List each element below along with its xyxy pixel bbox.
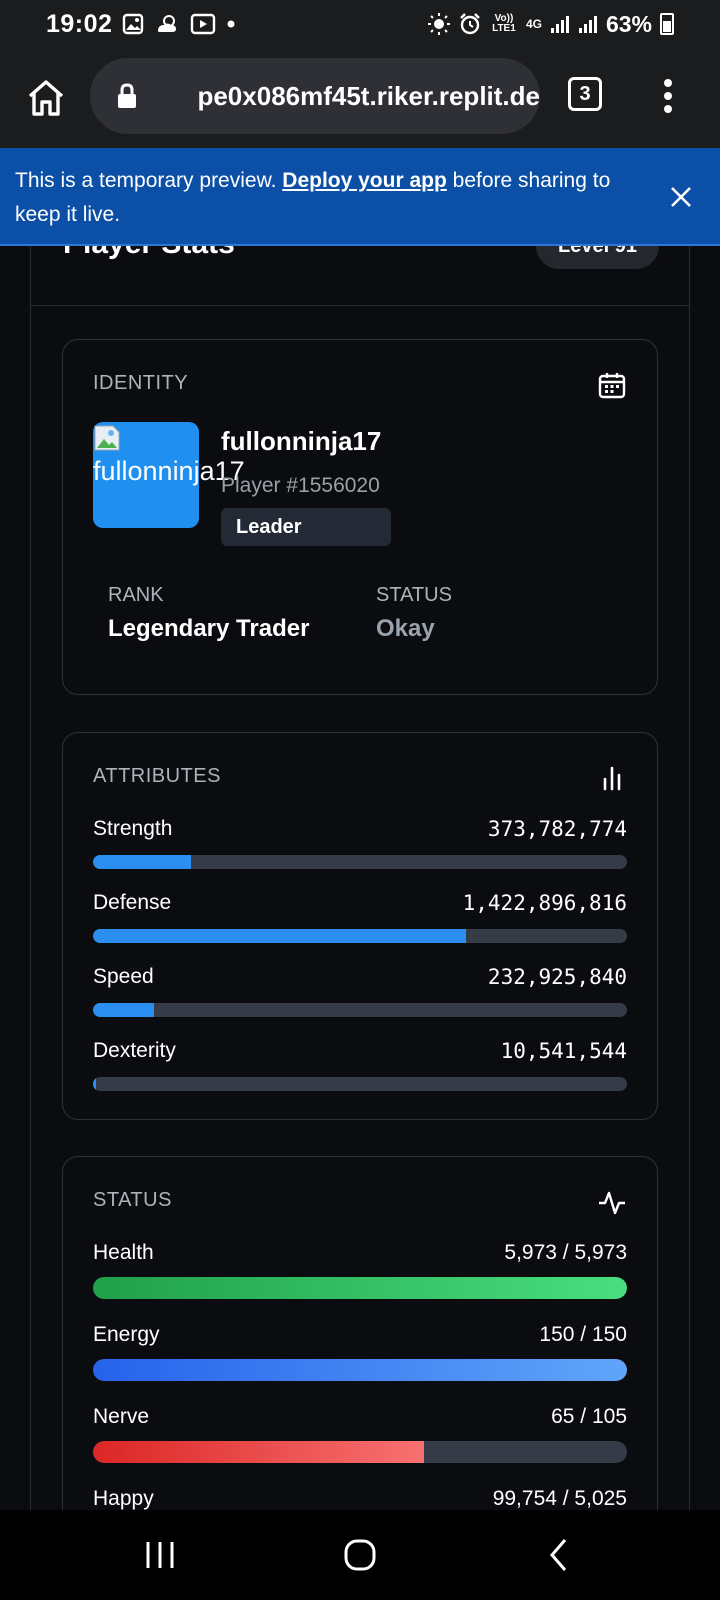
attribute-name: Strength — [93, 817, 173, 840]
attributes-card: ATTRIBUTES Strength 373,782,774 Defense 1,4… — [62, 732, 658, 1120]
status-bar-fill — [93, 1359, 627, 1381]
status-bar — [93, 1359, 627, 1381]
calendar-icon — [598, 373, 626, 399]
status-name: Happy — [93, 1487, 154, 1510]
player-id: Player #1556020 — [221, 474, 380, 497]
more-vertical-icon — [664, 79, 672, 87]
back-button[interactable] — [540, 1538, 580, 1572]
recents-icon — [146, 1542, 174, 1568]
avatar: fullonninja17 — [93, 422, 245, 528]
attribute-value: 373,782,774 — [487, 817, 627, 841]
address-bar[interactable]: pe0x086mf45t.riker.replit.de — [90, 58, 540, 134]
battery-icon — [660, 13, 674, 35]
status-bar-fill — [93, 1441, 424, 1463]
status-name: Health — [93, 1241, 154, 1264]
rank-field: RANK Legendary Trader — [108, 584, 309, 643]
attribute-name: Speed — [93, 965, 154, 988]
brightness-icon — [427, 13, 450, 35]
battery-percent: 63% — [605, 10, 652, 37]
home-icon — [28, 80, 64, 116]
status-bar-fill — [93, 1277, 627, 1299]
status-value: Okay — [376, 615, 435, 642]
status-time: 19:02 — [46, 9, 113, 38]
level-badge: Level 91 — [536, 246, 659, 269]
alarm-icon — [458, 12, 482, 36]
identity-card: IDENTITY fullonninja17 fullonninja17 Pla… — [62, 339, 658, 695]
identity-label: IDENTITY — [93, 372, 189, 394]
card-header: Player Stats Level 91 — [31, 246, 689, 306]
close-icon[interactable] — [668, 184, 694, 210]
attribute-bar-fill — [93, 1077, 96, 1091]
attributes-label: ATTRIBUTES — [93, 765, 221, 787]
attribute-bar — [93, 1003, 627, 1017]
weather-icon — [154, 13, 180, 35]
attribute-value: 10,541,544 — [500, 1039, 627, 1063]
status-value: 65 / 105 — [551, 1405, 627, 1428]
notification-dot-icon — [226, 19, 236, 29]
activity-icon — [599, 1191, 625, 1215]
attribute-name: Dexterity — [93, 1039, 176, 1062]
home-button[interactable] — [22, 74, 70, 122]
system-navigation-bar — [0, 1510, 720, 1600]
role-badge: Leader — [221, 508, 391, 546]
attribute-bar — [93, 1077, 627, 1091]
status-name: Nerve — [93, 1405, 150, 1428]
back-chevron-icon — [550, 1539, 567, 1571]
broken-image-icon — [94, 425, 120, 451]
attribute-bar-fill — [93, 1003, 154, 1017]
status-bar — [93, 1277, 627, 1299]
page-content: Player Stats Level 91 IDENTITY fullonnin… — [0, 246, 720, 1510]
banner-text-before: This is a temporary preview. — [15, 169, 277, 192]
attribute-bar-fill — [93, 929, 466, 943]
attribute-bar — [93, 855, 627, 869]
preview-banner: This is a temporary preview. Deploy your… — [0, 148, 720, 246]
attribute-bar-fill — [93, 855, 191, 869]
status-field: STATUS Okay — [376, 584, 452, 643]
tab-switcher-button[interactable]: 3 — [568, 77, 602, 111]
attribute-name: Defense — [93, 891, 172, 914]
lock-icon — [118, 83, 136, 108]
status-card: STATUS Health 5,973 / 5,973 Energy 150 / 15… — [62, 1156, 658, 1510]
attribute-value: 1,422,896,816 — [462, 891, 627, 915]
url-text: pe0x086mf45t.riker.replit.de — [197, 80, 540, 111]
status-bar: 19:02 Vo)) LTE1 4G 63% — [0, 0, 720, 48]
home-nav-button[interactable] — [340, 1538, 380, 1572]
rank-value: Legendary Trader — [108, 615, 310, 642]
status-value: 99,754 / 5,025 — [492, 1487, 627, 1510]
signal-icon-2 — [578, 14, 598, 34]
status-card-label: STATUS — [93, 1189, 172, 1211]
home-circle-icon — [344, 1539, 376, 1571]
deploy-link[interactable]: Deploy your app — [282, 169, 447, 192]
browser-toolbar: pe0x086mf45t.riker.replit.de 3 — [0, 48, 720, 148]
volte-indicator: Vo)) LTE1 — [492, 13, 516, 34]
player-name: fullonninja17 — [221, 426, 382, 456]
status-bar — [93, 1441, 627, 1463]
youtube-icon — [190, 12, 216, 36]
network-type: 4G — [525, 17, 542, 31]
page-title: Player Stats — [63, 246, 235, 261]
bar-chart-icon — [603, 766, 621, 791]
attribute-bar — [93, 929, 627, 943]
recents-button[interactable] — [140, 1538, 180, 1572]
overflow-menu-button[interactable] — [656, 76, 680, 116]
status-value: 150 / 150 — [539, 1323, 627, 1346]
status-name: Energy — [93, 1323, 160, 1346]
gallery-icon — [122, 13, 144, 35]
status-label: STATUS — [376, 584, 452, 606]
status-value: 5,973 / 5,973 — [504, 1241, 627, 1264]
attribute-value: 232,925,840 — [487, 965, 627, 989]
rank-label: RANK — [108, 584, 164, 606]
signal-icon — [550, 14, 570, 34]
